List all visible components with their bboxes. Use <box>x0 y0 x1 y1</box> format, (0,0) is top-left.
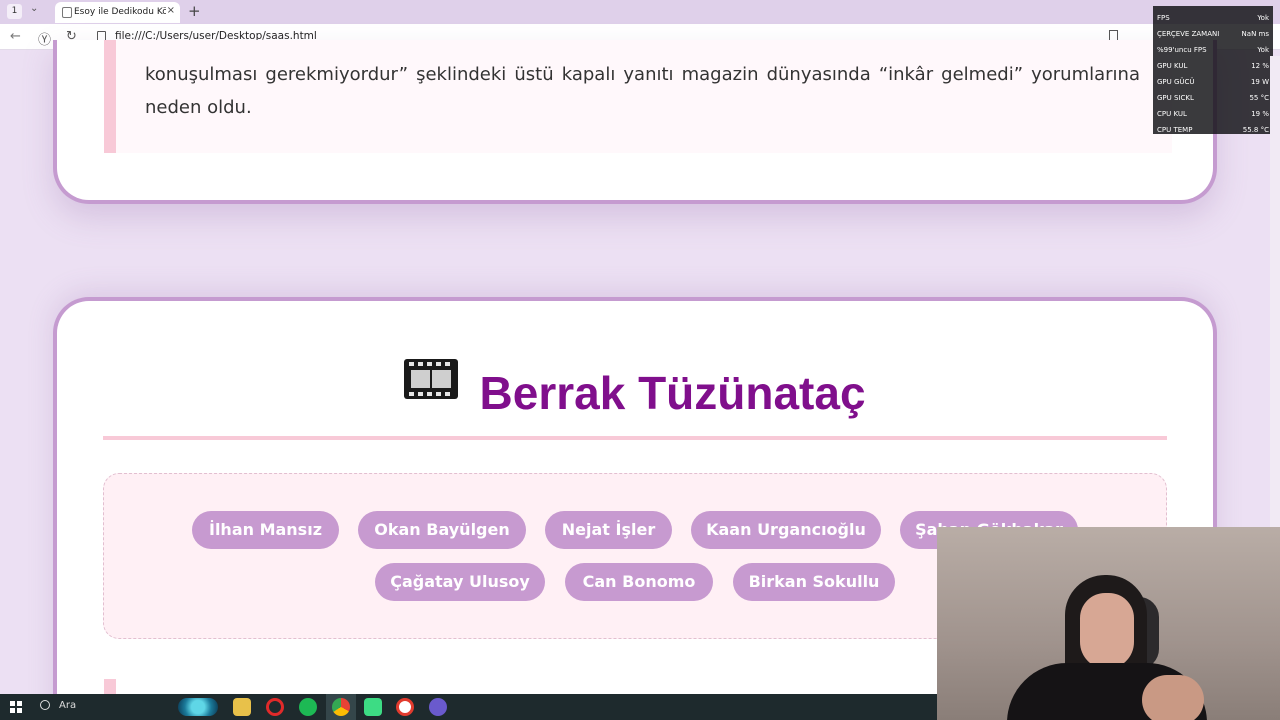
tag-chip[interactable]: Çağatay Ulusoy <box>375 563 545 601</box>
weather-widget-icon[interactable] <box>178 698 218 716</box>
perf-row: GPU GÜCÜ 19 W <box>1157 78 1269 86</box>
tab-close-icon[interactable]: × <box>167 5 175 16</box>
back-arrow-icon[interactable]: ← <box>10 29 21 44</box>
tab-title: Esoy ile Dedikodu Köşesi <box>74 7 166 17</box>
perf-row: GPU SICKL 55 °C <box>1157 94 1269 102</box>
app-icon[interactable] <box>429 698 447 716</box>
tag-chip[interactable]: Okan Bayülgen <box>358 511 526 549</box>
perf-row: FPS Yok <box>1157 14 1269 22</box>
quote-text: konuşulması gerekmiyordur” şeklindeki üs… <box>145 64 1140 118</box>
taskbar-search-label[interactable]: Ara <box>59 700 76 711</box>
workspace-counter[interactable]: 1 <box>7 4 22 19</box>
heading-divider <box>103 436 1167 440</box>
active-tab[interactable]: Esoy ile Dedikodu Köşesi × <box>55 2 180 23</box>
page-icon <box>62 7 72 18</box>
yandex-browser-icon[interactable] <box>396 698 414 716</box>
android-studio-icon[interactable] <box>364 698 382 716</box>
perf-row: %99'uncu FPS Yok <box>1157 46 1269 54</box>
quote-block: konuşulması gerekmiyordur” şeklindeki üs… <box>104 40 1172 153</box>
card-heading: Berrak Tüzünataç <box>57 359 1213 420</box>
yandex-icon[interactable]: Ⓨ <box>38 29 51 48</box>
webcam-overlay <box>937 527 1280 720</box>
film-frames-icon <box>404 359 459 399</box>
spotify-icon[interactable] <box>299 698 317 716</box>
tab-bar: 1 ⌄ Esoy ile Dedikodu Köşesi × + <box>0 0 1280 24</box>
taskbar: Ara <box>0 694 937 720</box>
tag-chip[interactable]: Birkan Sokullu <box>733 563 895 601</box>
opera-icon[interactable] <box>266 698 284 716</box>
profile-name: Berrak Tüzünataç <box>479 366 866 419</box>
tag-chip[interactable]: Can Bonomo <box>565 563 713 601</box>
windows-start-icon[interactable] <box>10 701 22 713</box>
store-icon[interactable] <box>233 698 251 716</box>
perf-row: ÇERÇEVE ZAMANI NaN ms <box>1157 30 1269 38</box>
tag-chip[interactable]: Kaan Urgancıoğlu <box>691 511 881 549</box>
tag-chip[interactable]: İlhan Mansız <box>192 511 339 549</box>
perf-row: CPU TEMP 55.8 °C <box>1157 126 1269 134</box>
performance-overlay: FPS Yok ÇERÇEVE ZAMANI NaN ms %99'uncu FPS… <box>1153 6 1273 134</box>
new-tab-button[interactable]: + <box>188 2 201 20</box>
search-icon[interactable] <box>40 700 50 710</box>
chrome-icon[interactable] <box>332 698 350 716</box>
perf-row: CPU KUL 19 % <box>1157 110 1269 118</box>
perf-row: GPU KUL 12 % <box>1157 62 1269 70</box>
tab-list-chevron-icon[interactable]: ⌄ <box>30 3 38 14</box>
tag-chip[interactable]: Nejat İşler <box>545 511 672 549</box>
previous-card: konuşulması gerekmiyordur” şeklindeki üs… <box>53 40 1217 204</box>
